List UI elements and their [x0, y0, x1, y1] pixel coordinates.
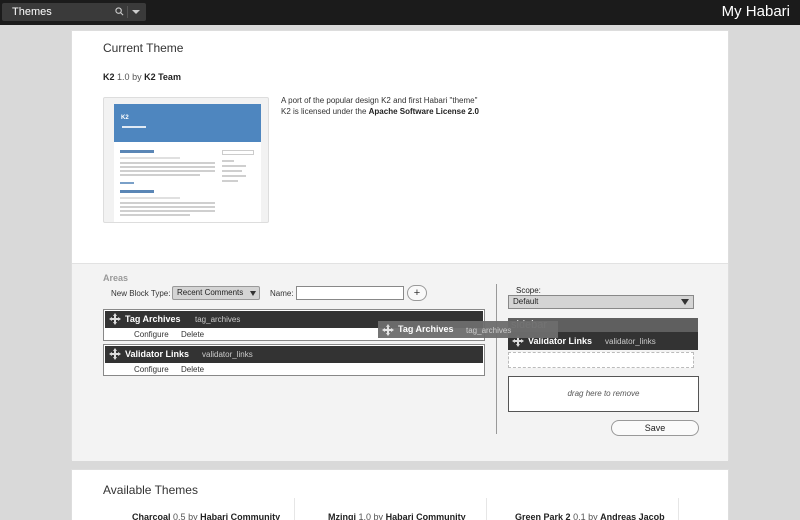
current-theme-title: Current Theme: [103, 41, 184, 55]
current-theme-panel: Current Theme K2 1.0 by K2 Team K2 A por…: [71, 30, 729, 461]
block-tag: tag_archives: [195, 315, 241, 324]
theme-screenshot-title: K2: [121, 115, 129, 121]
block-handle[interactable]: Validator Links validator_links: [105, 346, 483, 363]
menu-separator: [127, 6, 128, 18]
new-block-type-label: New Block Type:: [111, 289, 171, 298]
available-theme-author: Andreas Jacob: [600, 512, 665, 520]
theme-screenshot-page: K2: [114, 104, 261, 222]
areas-section: Areas New Block Type: Recent Comments Na…: [72, 263, 728, 461]
areas-label: Areas: [103, 273, 129, 283]
available-theme-charcoal[interactable]: Charcoal 0.5 by Habari Community: [132, 512, 280, 520]
scope-label: Scope:: [516, 286, 541, 295]
available-theme-author: Habari Community: [385, 512, 466, 520]
menu-button[interactable]: Themes: [2, 3, 146, 21]
license-name: Apache Software License 2.0: [368, 107, 479, 116]
screenshot-line: [222, 165, 246, 167]
theme-by: by: [132, 72, 142, 82]
theme-author: K2 Team: [144, 72, 181, 82]
block-name-input[interactable]: [296, 286, 404, 300]
remove-drop-zone[interactable]: drag here to remove: [508, 376, 699, 412]
screenshot-line: [120, 174, 200, 176]
available-theme-version: 0.1: [573, 512, 586, 520]
screenshot-line: [120, 182, 134, 184]
add-block-button[interactable]: +: [407, 285, 427, 301]
screenshot-line: [120, 157, 180, 159]
available-theme-version: 1.0: [358, 512, 372, 520]
configure-link[interactable]: Configure: [134, 365, 169, 374]
description-line-1: A port of the popular design K2 and firs…: [281, 96, 478, 105]
column-separator: [678, 498, 679, 520]
available-theme-name: Charcoal: [132, 512, 171, 520]
theme-screenshot-header: K2: [114, 104, 261, 142]
dropdown-arrow-icon: [250, 291, 256, 296]
available-theme-version: 0.5: [173, 512, 186, 520]
available-themes-panel: Available Themes Charcoal 0.5 by Habari …: [71, 469, 729, 520]
screenshot-post-title: [120, 150, 154, 153]
available-theme-author: Habari Community: [200, 512, 281, 520]
description-license-prefix: K2 is licensed under the: [281, 107, 367, 116]
screenshot-line: [120, 206, 215, 208]
block-tag: validator_links: [202, 350, 253, 359]
available-theme-green-park-2[interactable]: Green Park 2 0.1 by Andreas Jacob: [515, 512, 665, 520]
theme-screenshot: K2: [103, 97, 269, 223]
move-icon[interactable]: [381, 323, 395, 337]
block-type-select[interactable]: Recent Comments: [172, 286, 260, 300]
chevron-down-icon[interactable]: [132, 10, 140, 14]
block-tag: validator_links: [605, 337, 656, 346]
screenshot-line: [222, 170, 242, 172]
menu-label: Themes: [12, 6, 52, 18]
column-separator: [486, 498, 487, 520]
scope-value: Default: [513, 297, 539, 306]
block-name: Tag Archives: [125, 314, 181, 324]
dragging-block-tag-archives[interactable]: Tag Archives tag_archives: [378, 321, 558, 338]
scope-select[interactable]: Default: [508, 295, 694, 309]
theme-screenshot-subtitle: [122, 126, 146, 128]
save-button[interactable]: Save: [611, 420, 699, 436]
available-theme-name: Mzingi: [328, 512, 356, 520]
block-name: Tag Archives: [398, 324, 454, 334]
site-title[interactable]: My Habari: [722, 3, 790, 20]
current-theme-info: K2 1.0 by K2 Team: [103, 72, 181, 82]
dropdown-arrow-icon: [681, 299, 689, 305]
available-themes-title: Available Themes: [103, 483, 198, 497]
configure-link[interactable]: Configure: [134, 330, 169, 339]
screenshot-line: [120, 162, 215, 164]
screenshot-line: [222, 180, 238, 182]
available-theme-by: by: [588, 512, 598, 520]
block-type-value: Recent Comments: [177, 288, 244, 297]
column-separator: [294, 498, 295, 520]
move-icon[interactable]: [108, 347, 122, 361]
available-theme-mzingi[interactable]: Mzingi 1.0 by Habari Community: [328, 512, 466, 520]
delete-link[interactable]: Delete: [181, 365, 204, 374]
theme-description: A port of the popular design K2 and firs…: [281, 95, 479, 117]
name-label: Name:: [270, 289, 294, 298]
screenshot-line: [222, 175, 246, 177]
theme-name: K2: [103, 72, 115, 82]
move-icon[interactable]: [108, 312, 122, 326]
delete-link[interactable]: Delete: [181, 330, 204, 339]
available-theme-by: by: [373, 512, 384, 520]
areas-divider: [496, 284, 497, 434]
block-item-validator-links: Validator Links validator_links Configur…: [103, 344, 485, 376]
screenshot-line: [120, 170, 215, 172]
screenshot-line: [120, 202, 215, 204]
available-theme-name: Green Park 2: [515, 512, 571, 520]
screenshot-search: [222, 150, 254, 155]
screenshot-line: [120, 214, 190, 216]
screenshot-line: [120, 210, 215, 212]
top-bar: Themes My Habari: [0, 0, 800, 25]
theme-version: 1.0: [117, 72, 130, 82]
search-icon[interactable]: [115, 7, 124, 16]
block-name: Validator Links: [125, 349, 190, 359]
available-theme-by: by: [188, 512, 198, 520]
drop-placeholder: [508, 352, 694, 368]
block-tag: tag_archives: [466, 326, 512, 335]
description-line-2: K2 is licensed under the Apache Software…: [281, 106, 479, 117]
screenshot-line: [222, 160, 234, 162]
screenshot-post-title: [120, 190, 154, 193]
screenshot-line: [120, 197, 180, 199]
screenshot-line: [120, 166, 215, 168]
